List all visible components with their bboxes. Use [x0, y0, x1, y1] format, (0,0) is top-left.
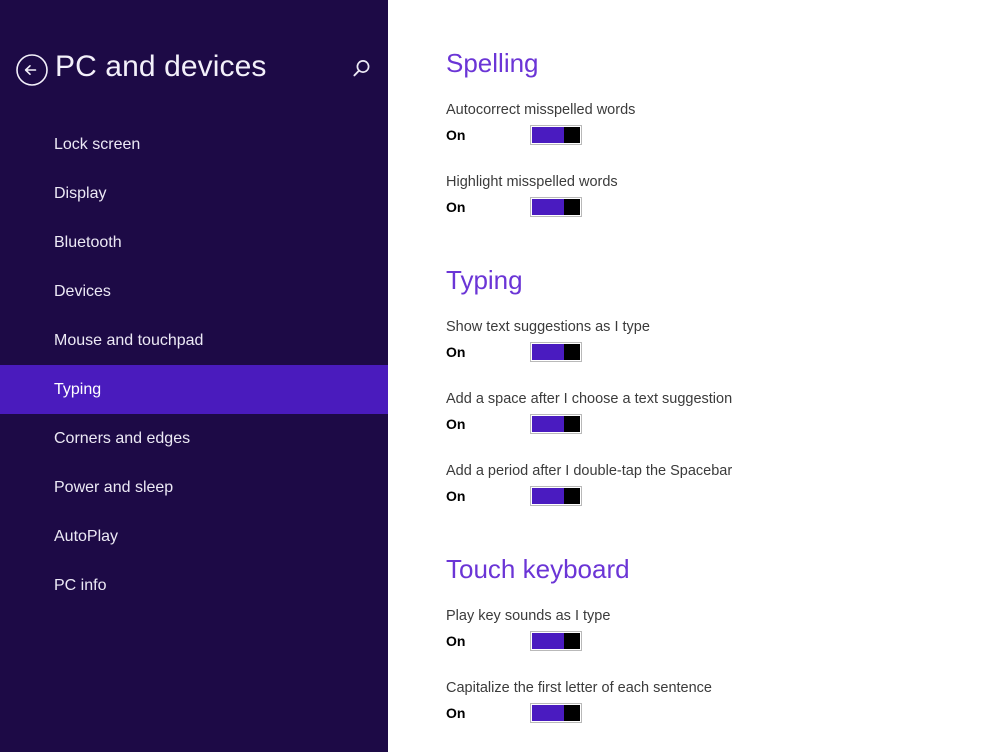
sidebar-item-label: Power and sleep [54, 478, 174, 496]
setting-item: Highlight misspelled words On [446, 173, 1000, 217]
toggle-thumb[interactable] [564, 633, 580, 649]
toggle-thumb[interactable] [564, 344, 580, 360]
sidebar-item-label: AutoPlay [54, 527, 119, 545]
setting-spacer [388, 723, 1000, 751]
search-icon[interactable] [348, 56, 374, 82]
sidebar-item-label: Bluetooth [54, 233, 122, 251]
setting-item: Add a period after I double-tap the Spac… [446, 462, 1000, 506]
toggle-switch[interactable] [530, 342, 582, 362]
sidebar-item-bluetooth[interactable]: Bluetooth [0, 218, 388, 267]
setting-item: Play key sounds as I type On [446, 607, 1000, 651]
toggle-track [532, 705, 564, 721]
toggle-state-label: On [446, 344, 466, 360]
settings-content: Spelling Autocorrect misspelled words On Hi… [388, 0, 1000, 752]
sidebar-item-devices[interactable]: Devices [0, 267, 388, 316]
section-title: Typing [446, 265, 523, 295]
sidebar-item-lock-screen[interactable]: Lock screen [0, 120, 388, 169]
sidebar-item-label: Corners and edges [54, 429, 191, 447]
toggle-thumb[interactable] [564, 199, 580, 215]
title-spacer [388, 585, 1000, 607]
setting-item: Autocorrect misspelled words On [446, 101, 1000, 145]
sidebar-item-label: Typing [54, 380, 102, 398]
settings-screen: PC and devices Lock screen Display Bluetoo… [0, 0, 1000, 752]
page-title: PC and devices [55, 50, 267, 83]
sidebar-item-mouse-and-touchpad[interactable]: Mouse and touchpad [0, 316, 388, 365]
sidebar-item-label: Mouse and touchpad [54, 331, 204, 349]
sidebar-item-label: Devices [54, 282, 111, 300]
toggle-state-label: On [446, 633, 466, 649]
toggle-track [532, 416, 564, 432]
toggle-track [532, 344, 564, 360]
back-arrow-circle-icon[interactable] [15, 53, 49, 87]
setting-spacer [388, 651, 1000, 679]
setting-label: Capitalize the first letter of each sent… [446, 680, 712, 696]
setting-item: Show text suggestions as I type On [446, 318, 1000, 362]
title-spacer [388, 79, 1000, 101]
setting-label: Add a space after I choose a text sugges… [446, 391, 733, 407]
toggle-track [532, 127, 564, 143]
setting-item: Capitalize the first letter of each sent… [446, 679, 1000, 723]
section-title: Spelling [446, 48, 539, 78]
toggle-switch[interactable] [530, 631, 582, 651]
setting-row: On [446, 703, 1000, 723]
section-touch-keyboard: Touch keyboard Play key sounds as I type O… [388, 554, 1000, 752]
sidebar-item-pc-info[interactable]: PC info [0, 561, 388, 610]
sidebar-item-autoplay[interactable]: AutoPlay [0, 512, 388, 561]
sidebar-item-label: Lock screen [54, 135, 141, 153]
setting-row: On [446, 414, 1000, 434]
setting-spacer [388, 145, 1000, 173]
setting-row: On [446, 342, 1000, 362]
setting-spacer [388, 362, 1000, 390]
title-spacer [388, 296, 1000, 318]
toggle-thumb[interactable] [564, 416, 580, 432]
toggle-state-label: On [446, 705, 466, 721]
sidebar-item-corners-and-edges[interactable]: Corners and edges [0, 414, 388, 463]
content-top-spacer [388, 0, 1000, 48]
setting-label: Highlight misspelled words [446, 174, 618, 190]
toggle-switch[interactable] [530, 197, 582, 217]
setting-spacer [388, 434, 1000, 462]
sidebar-nav: Lock screen Display Bluetooth Devices Mouse … [0, 120, 388, 610]
sidebar-item-label: PC info [54, 576, 107, 594]
setting-label: Show text suggestions as I type [446, 319, 650, 335]
toggle-state-label: On [446, 127, 466, 143]
setting-row: On [446, 197, 1000, 217]
section-spelling: Spelling Autocorrect misspelled words On Hi… [388, 48, 1000, 217]
toggle-state-label: On [446, 416, 466, 432]
toggle-state-label: On [446, 488, 466, 504]
section-title: Touch keyboard [446, 554, 630, 584]
toggle-state-label: On [446, 199, 466, 215]
toggle-thumb[interactable] [564, 705, 580, 721]
sidebar-item-typing[interactable]: Typing [0, 365, 388, 414]
sidebar-item-power-and-sleep[interactable]: Power and sleep [0, 463, 388, 512]
toggle-thumb[interactable] [564, 488, 580, 504]
toggle-switch[interactable] [530, 703, 582, 723]
setting-row: On [446, 125, 1000, 145]
setting-row: On [446, 486, 1000, 506]
setting-label: Play key sounds as I type [446, 608, 611, 624]
sidebar-header: PC and devices [0, 0, 388, 120]
toggle-switch[interactable] [530, 486, 582, 506]
sidebar-item-display[interactable]: Display [0, 169, 388, 218]
setting-row: On [446, 631, 1000, 651]
sidebar: PC and devices Lock screen Display Bluetoo… [0, 0, 388, 752]
toggle-track [532, 633, 564, 649]
section-typing: Typing Show text suggestions as I type On A… [388, 265, 1000, 506]
toggle-track [532, 199, 564, 215]
setting-label: Autocorrect misspelled words [446, 102, 636, 118]
toggle-thumb[interactable] [564, 127, 580, 143]
setting-item: Add a space after I choose a text sugges… [446, 390, 1000, 434]
sidebar-item-label: Display [54, 184, 107, 202]
toggle-track [532, 488, 564, 504]
toggle-switch[interactable] [530, 414, 582, 434]
toggle-switch[interactable] [530, 125, 582, 145]
setting-label: Add a period after I double-tap the Spac… [446, 463, 733, 479]
